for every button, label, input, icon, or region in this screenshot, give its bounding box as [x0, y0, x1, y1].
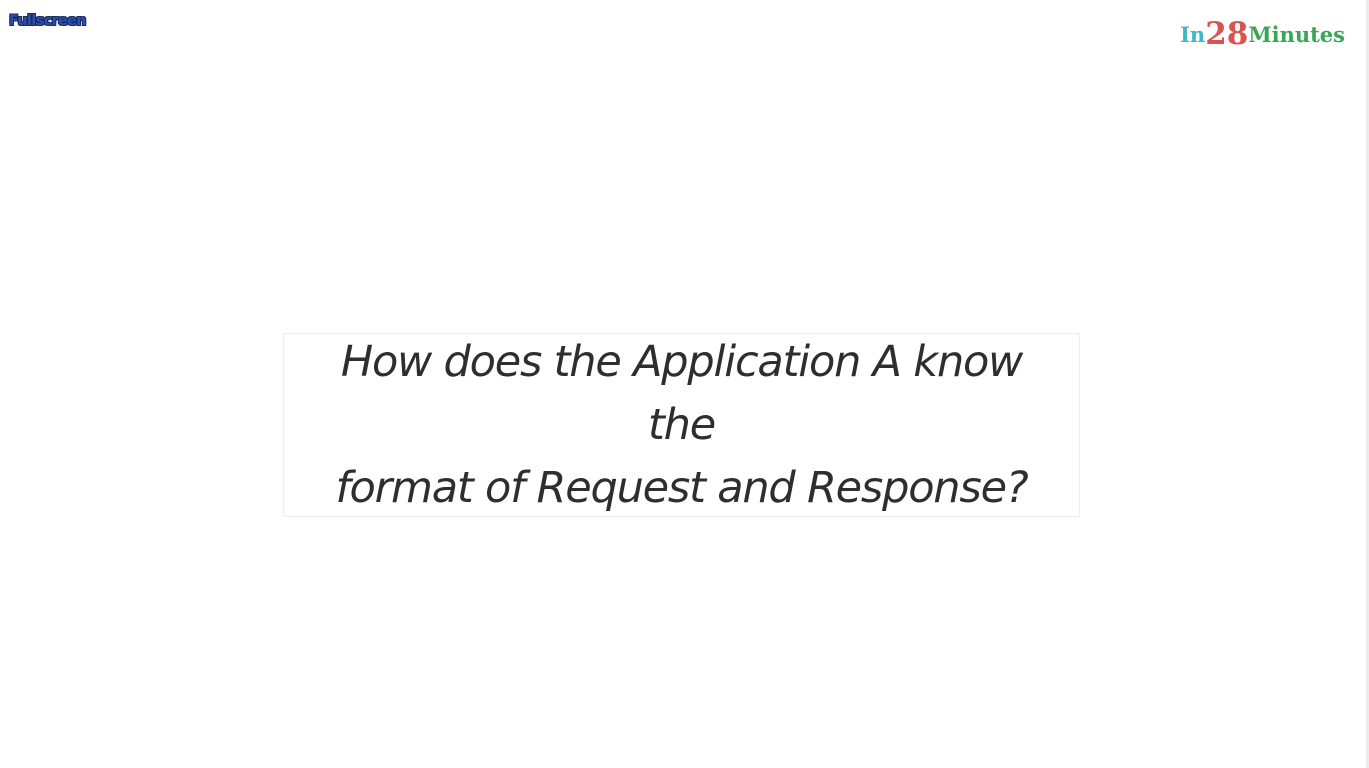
logo-text-minutes: Minutes	[1248, 22, 1345, 47]
logo-text-number: 28	[1205, 16, 1249, 52]
in28minutes-logo: In28Minutes	[1180, 16, 1345, 55]
logo-text-in: In	[1180, 22, 1206, 47]
question-text: How does the Application A know the form…	[302, 331, 1062, 520]
question-card: How does the Application A know the form…	[283, 333, 1080, 517]
question-line-1: How does the Application A know the	[340, 336, 1023, 450]
fullscreen-button[interactable]: Fullscreen	[9, 12, 86, 30]
question-line-2: format of Request and Response?	[335, 462, 1029, 513]
